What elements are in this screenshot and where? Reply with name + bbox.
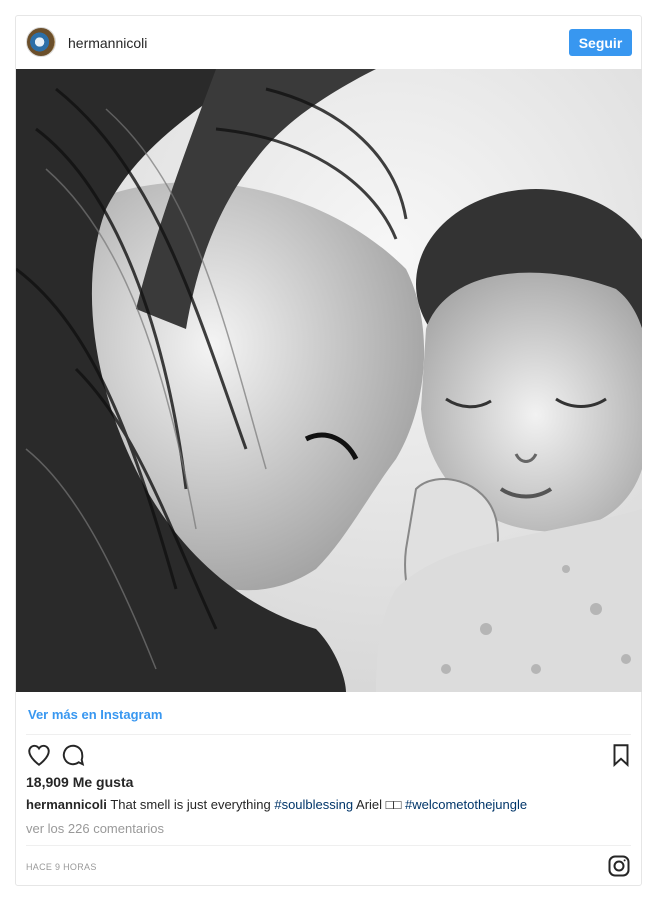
hashtag-link[interactable]: #soulblessing: [274, 797, 353, 812]
instagram-embed-card: hermannicoli Seguir Ver más en Instagram…: [15, 15, 642, 886]
divider: [26, 734, 631, 735]
caption-text: That smell is just everything: [110, 797, 271, 812]
caption-username[interactable]: hermannicoli: [26, 797, 107, 812]
avatar[interactable]: [26, 27, 56, 57]
instagram-logo-icon[interactable]: [607, 854, 631, 878]
likes-count[interactable]: 18,909 Me gusta: [26, 774, 133, 790]
post-caption: hermannicoli That smell is just everythi…: [26, 797, 636, 812]
caption-text: Ariel □□: [356, 797, 402, 812]
photo-illustration: [16, 69, 642, 692]
hashtag-link[interactable]: #welcometothejungle: [405, 797, 527, 812]
bookmark-icon[interactable]: [608, 742, 634, 768]
post-photo[interactable]: [16, 69, 642, 692]
post-header: hermannicoli Seguir: [16, 16, 641, 69]
divider: [26, 845, 631, 846]
header-username[interactable]: hermannicoli: [68, 35, 147, 51]
comment-icon[interactable]: [60, 742, 86, 768]
view-comments-link[interactable]: ver los 226 comentarios: [26, 821, 164, 836]
heart-icon[interactable]: [26, 742, 52, 768]
post-timestamp[interactable]: HACE 9 HORAS: [26, 862, 97, 872]
follow-button[interactable]: Seguir: [569, 29, 632, 56]
view-more-on-instagram-link[interactable]: Ver más en Instagram: [28, 707, 162, 722]
